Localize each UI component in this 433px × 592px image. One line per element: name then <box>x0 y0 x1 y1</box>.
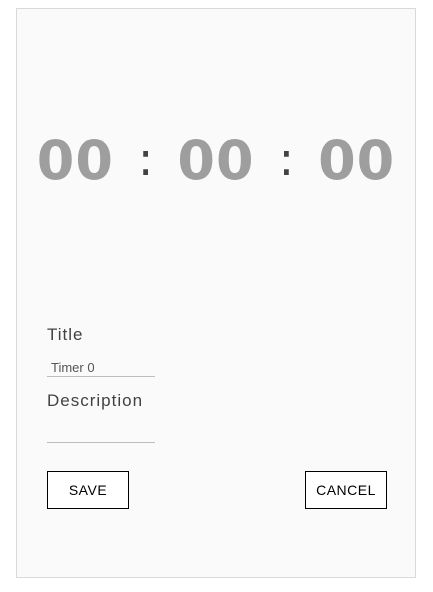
timer-separator: : <box>278 132 295 186</box>
title-input[interactable] <box>47 359 155 377</box>
timer-seconds[interactable]: 00 <box>318 134 395 188</box>
timer-display: 00 : 00 : 00 <box>17 121 415 201</box>
cancel-button[interactable]: CANCEL <box>305 471 387 509</box>
save-button[interactable]: SAVE <box>47 471 129 509</box>
timer-dialog: 00 : 00 : 00 Title Description SAVE CANC… <box>16 8 416 578</box>
timer-hours[interactable]: 00 <box>37 134 114 188</box>
title-label: Title <box>47 325 84 344</box>
timer-separator: : <box>137 132 154 186</box>
description-input[interactable] <box>47 421 155 443</box>
timer-minutes[interactable]: 00 <box>177 134 254 188</box>
description-label: Description <box>47 391 144 410</box>
